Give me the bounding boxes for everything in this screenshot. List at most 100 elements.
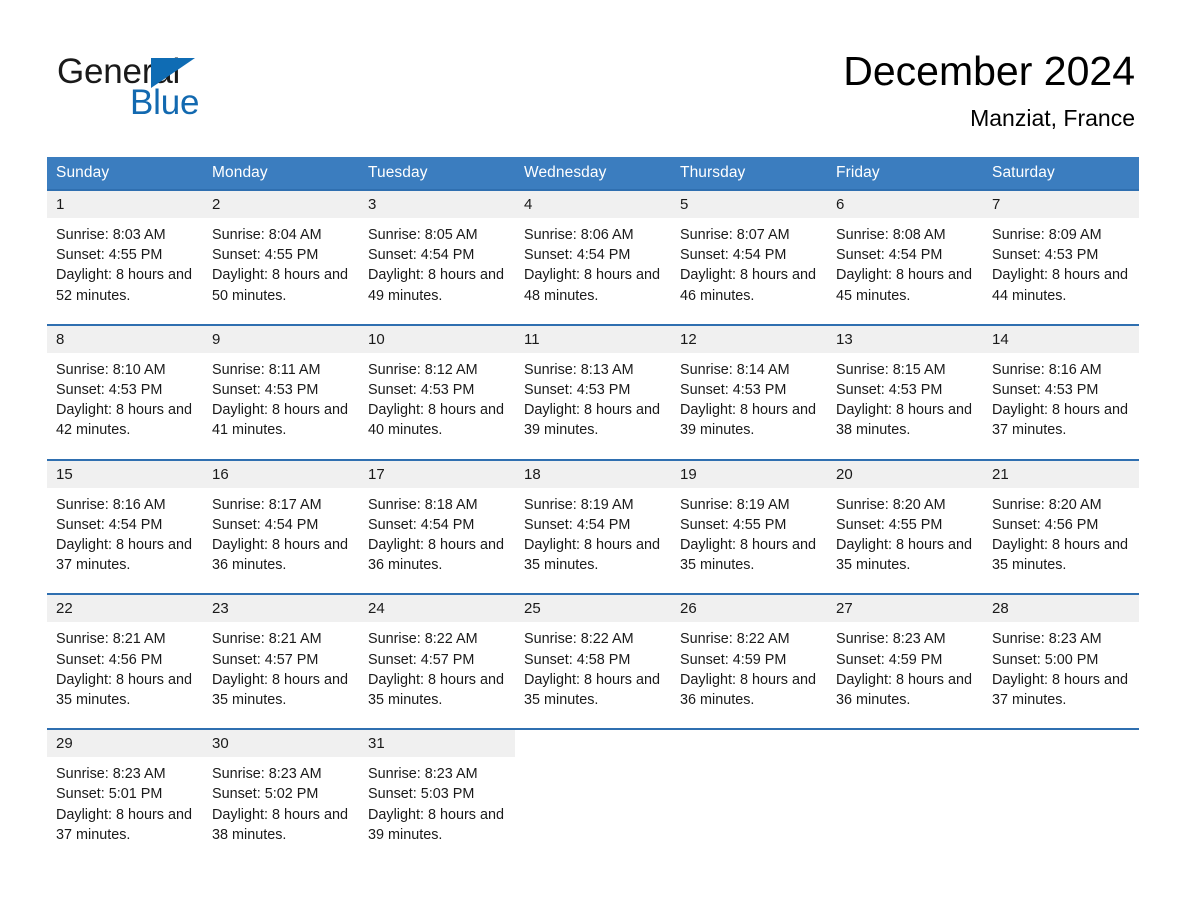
weekday-header-saturday: Saturday [983,157,1139,190]
day-cell[interactable]: Sunrise: 8:22 AM Sunset: 4:58 PM Daylight:… [515,622,671,730]
day-cell[interactable]: Sunrise: 8:19 AM Sunset: 4:55 PM Daylight:… [671,487,827,595]
day-number[interactable]: 7 [983,189,1139,218]
day-cell[interactable]: Sunrise: 8:09 AM Sunset: 4:53 PM Daylight:… [983,218,1139,325]
day-number[interactable]: 12 [671,323,827,353]
day-number[interactable]: 11 [515,323,671,353]
day-cell[interactable]: Sunrise: 8:16 AM Sunset: 4:54 PM Daylight:… [47,487,203,595]
week-daynumber-row: 22 23 24 25 26 27 28 [47,593,1139,623]
day-cell[interactable]: Sunrise: 8:23 AM Sunset: 5:03 PM Daylight:… [359,757,515,864]
sunrise-text: Sunrise: 8:22 AM [368,631,478,648]
day-cell[interactable]: Sunrise: 8:05 AM Sunset: 4:54 PM Daylight:… [359,218,515,325]
daylight-text: Daylight: 8 hours and 37 minutes. [56,537,192,574]
day-cell[interactable]: Sunrise: 8:14 AM Sunset: 4:53 PM Daylight:… [671,352,827,460]
sunset-text: Sunset: 4:53 PM [368,382,475,399]
day-number[interactable]: 1 [47,189,203,218]
day-cell[interactable]: Sunrise: 8:20 AM Sunset: 4:55 PM Daylight:… [827,487,983,595]
day-cell[interactable]: Sunrise: 8:12 AM Sunset: 4:53 PM Daylight:… [359,352,515,460]
day-cell[interactable]: Sunrise: 8:11 AM Sunset: 4:53 PM Daylight:… [203,352,359,460]
day-cell[interactable]: Sunrise: 8:15 AM Sunset: 4:53 PM Daylight:… [827,352,983,460]
day-cell[interactable]: Sunrise: 8:16 AM Sunset: 4:53 PM Daylight:… [983,352,1139,460]
day-cell[interactable]: Sunrise: 8:08 AM Sunset: 4:54 PM Daylight:… [827,218,983,325]
day-number[interactable]: 24 [359,593,515,623]
sunrise-text: Sunrise: 8:08 AM [836,227,946,243]
sunset-text: Sunset: 4:54 PM [368,516,475,533]
sunrise-text: Sunrise: 8:09 AM [992,227,1102,243]
day-number[interactable]: 31 [359,728,515,758]
day-number[interactable]: 23 [203,593,359,623]
day-number[interactable]: 25 [515,593,671,623]
sunset-text: Sunset: 4:58 PM [524,651,631,668]
day-cell[interactable]: Sunrise: 8:22 AM Sunset: 4:59 PM Daylight:… [671,622,827,730]
day-number[interactable]: 4 [515,189,671,218]
logo-text-blue: Blue [130,83,200,122]
day-number[interactable]: 2 [203,189,359,218]
sunrise-text: Sunrise: 8:20 AM [992,496,1102,513]
day-cell[interactable]: Sunrise: 8:22 AM Sunset: 4:57 PM Daylight:… [359,622,515,730]
day-cell[interactable]: Sunrise: 8:18 AM Sunset: 4:54 PM Daylight:… [359,487,515,595]
day-number[interactable]: 15 [47,458,203,488]
day-cell[interactable]: Sunrise: 8:23 AM Sunset: 4:59 PM Daylight:… [827,622,983,730]
sunset-text: Sunset: 4:59 PM [836,651,943,668]
sunset-text: Sunset: 4:59 PM [680,651,787,668]
daylight-text: Daylight: 8 hours and 45 minutes. [836,267,972,304]
calendar-table: Sunday Monday Tuesday Wednesday Thursday… [47,157,1139,864]
day-number[interactable]: 21 [983,458,1139,488]
week-daynumber-row: 29 30 31 [47,728,1139,758]
day-number[interactable]: 3 [359,189,515,218]
generalblue-logo[interactable]: General Blue [57,52,357,122]
week-daynumber-row: 1234567 [47,189,1139,218]
day-cell[interactable]: Sunrise: 8:03 AM Sunset: 4:55 PM Daylight:… [47,218,203,325]
day-cell[interactable]: Sunrise: 8:21 AM Sunset: 4:56 PM Daylight:… [47,622,203,730]
day-cell[interactable]: Sunrise: 8:17 AM Sunset: 4:54 PM Daylight:… [203,487,359,595]
day-cell[interactable]: Sunrise: 8:10 AM Sunset: 4:53 PM Daylight:… [47,352,203,460]
calendar-header-row: Sunday Monday Tuesday Wednesday Thursday… [47,157,1139,190]
day-number[interactable]: 5 [671,189,827,218]
day-cell-empty [515,757,671,864]
sunrise-text: Sunrise: 8:13 AM [524,361,634,378]
daylight-text: Daylight: 8 hours and 35 minutes. [992,537,1128,574]
day-number[interactable]: 14 [983,323,1139,353]
day-cell[interactable]: Sunrise: 8:13 AM Sunset: 4:53 PM Daylight:… [515,352,671,460]
day-number[interactable]: 20 [827,458,983,488]
day-number[interactable]: 16 [203,458,359,488]
sunrise-text: Sunrise: 8:18 AM [368,496,478,513]
day-cell[interactable]: Sunrise: 8:20 AM Sunset: 4:56 PM Daylight:… [983,487,1139,595]
day-number[interactable]: 19 [671,458,827,488]
week-daynumber-row: 8 9 10 11 12 13 14 [47,323,1139,353]
daylight-text: Daylight: 8 hours and 46 minutes. [680,267,816,304]
day-number[interactable]: 9 [203,323,359,353]
day-cell[interactable]: Sunrise: 8:21 AM Sunset: 4:57 PM Daylight:… [203,622,359,730]
sunset-text: Sunset: 4:55 PM [680,516,787,533]
day-number[interactable]: 10 [359,323,515,353]
day-cell[interactable]: Sunrise: 8:23 AM Sunset: 5:00 PM Daylight:… [983,622,1139,730]
sunrise-text: Sunrise: 8:21 AM [56,631,166,648]
day-number[interactable]: 27 [827,593,983,623]
day-cell[interactable]: Sunrise: 8:23 AM Sunset: 5:01 PM Daylight:… [47,757,203,864]
day-cell[interactable]: Sunrise: 8:07 AM Sunset: 4:54 PM Daylight:… [671,218,827,325]
week-detail-row: Sunrise: 8:23 AM Sunset: 5:01 PM Daylight:… [47,757,1139,864]
day-number[interactable]: 22 [47,593,203,623]
day-number[interactable]: 17 [359,458,515,488]
day-cell-empty [827,757,983,864]
day-number[interactable]: 13 [827,323,983,353]
day-number[interactable]: 28 [983,593,1139,623]
daylight-text: Daylight: 8 hours and 39 minutes. [368,806,504,843]
sunrise-text: Sunrise: 8:06 AM [524,227,634,243]
title-block: December 2024 Manziat, France [843,46,1135,132]
day-cell[interactable]: Sunrise: 8:06 AM Sunset: 4:54 PM Daylight:… [515,218,671,325]
day-cell[interactable]: Sunrise: 8:23 AM Sunset: 5:02 PM Daylight:… [203,757,359,864]
day-number[interactable]: 18 [515,458,671,488]
sunset-text: Sunset: 4:54 PM [368,247,475,264]
sunrise-text: Sunrise: 8:16 AM [992,361,1102,378]
day-cell[interactable]: Sunrise: 8:04 AM Sunset: 4:55 PM Daylight:… [203,218,359,325]
daylight-text: Daylight: 8 hours and 35 minutes. [56,671,192,709]
daylight-text: Daylight: 8 hours and 36 minutes. [680,671,816,709]
daylight-text: Daylight: 8 hours and 36 minutes. [212,537,348,574]
day-number[interactable]: 29 [47,728,203,758]
day-number[interactable]: 8 [47,323,203,353]
day-cell[interactable]: Sunrise: 8:19 AM Sunset: 4:54 PM Daylight:… [515,487,671,595]
day-number[interactable]: 30 [203,728,359,758]
day-number[interactable]: 26 [671,593,827,623]
sunset-text: Sunset: 4:57 PM [368,651,475,668]
day-number[interactable]: 6 [827,189,983,218]
